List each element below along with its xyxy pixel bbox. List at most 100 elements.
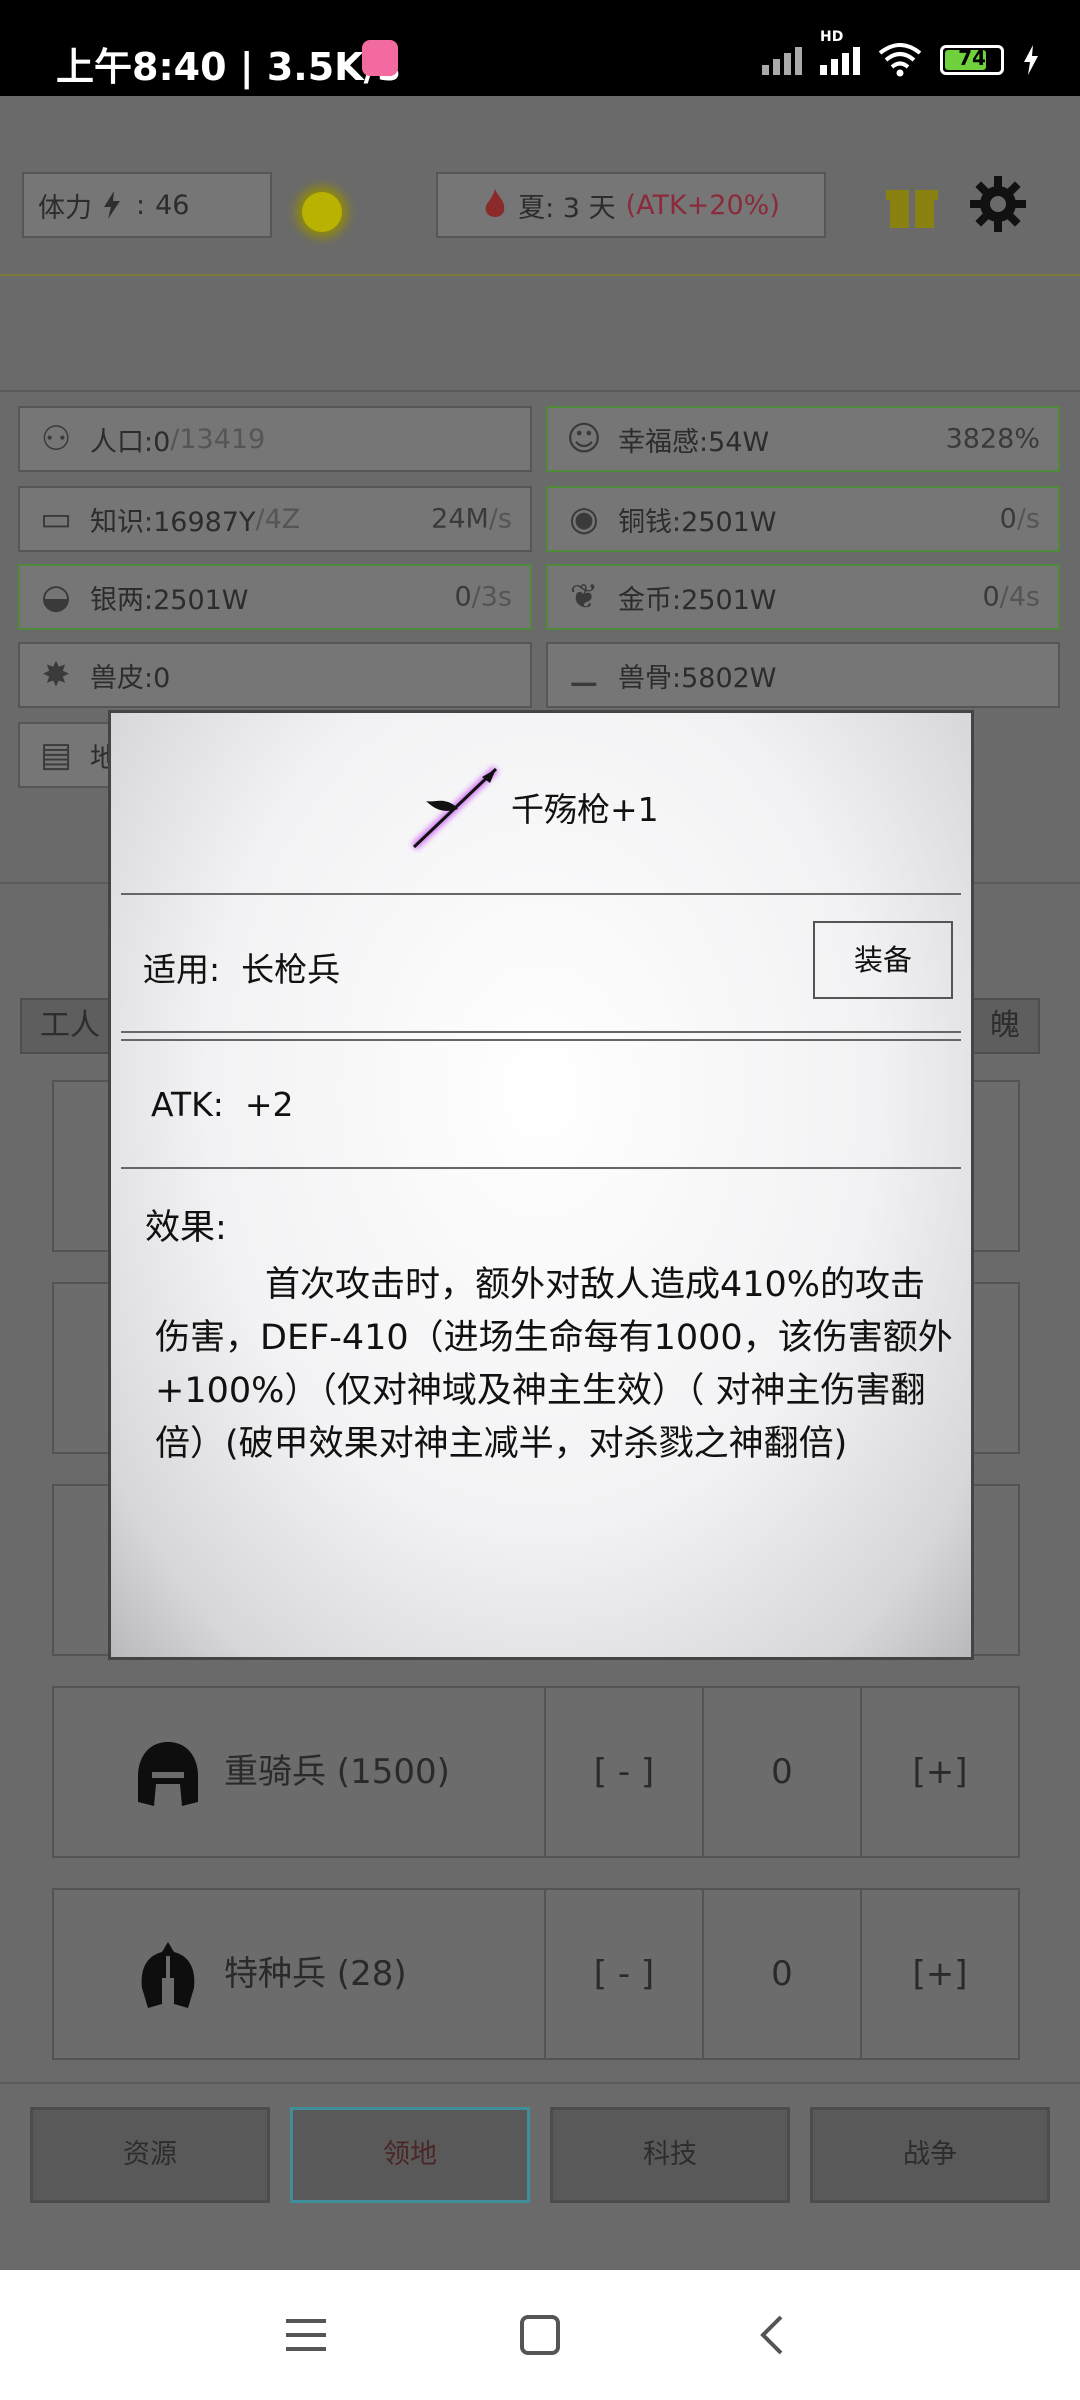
- status-bar: 上午8:40 | 3.5K/s HD 74: [0, 0, 1080, 96]
- tab-workers[interactable]: 工人: [20, 998, 120, 1054]
- home-icon: [520, 2315, 560, 2355]
- stamina-label: 体力: [38, 192, 92, 224]
- resource-hide: ✸ 兽皮:0: [18, 642, 532, 708]
- stamina-box: 体力 : 46: [22, 172, 272, 238]
- coin-icon: ◉: [569, 499, 599, 539]
- equip-button[interactable]: 装备: [813, 921, 953, 999]
- unit-count: 0: [702, 1688, 860, 1856]
- header-divider: [0, 274, 1080, 276]
- decrement-button[interactable]: [ - ]: [544, 1890, 702, 2058]
- scroll-icon: ▤: [39, 735, 73, 775]
- modal-title: 千殇枪+1: [511, 790, 659, 829]
- rate-unit: /3s: [471, 581, 512, 613]
- decrement-button[interactable]: [ - ]: [544, 1688, 702, 1856]
- resource-label: 金币:2501W: [618, 584, 777, 616]
- increment-button[interactable]: [+]: [860, 1688, 1018, 1856]
- season-box: 夏: 3 天 (ATK+20%): [436, 172, 826, 238]
- resource-label: 铜钱:2501W: [618, 506, 777, 538]
- resource-copper: ◉ 铜钱:2501W 0/s: [546, 486, 1060, 552]
- gift-icon[interactable]: [886, 178, 938, 230]
- ingot-icon: ◒: [41, 577, 71, 617]
- resource-label: 幸福感:54W: [618, 426, 770, 458]
- applicable-unit: 适用: 长枪兵: [143, 950, 341, 989]
- resource-happiness: ☺ 幸福感:54W 3828%: [546, 406, 1060, 472]
- resource-rate: 24M/s: [431, 504, 512, 535]
- status-icons: HD 74: [762, 29, 1040, 80]
- unit-row-special-forces: 特种兵 (28) [ - ] 0 [+]: [52, 1888, 1020, 2060]
- resource-label: 知识:16987Y: [90, 506, 256, 538]
- applicable-row: 适用: 长枪兵 装备: [121, 893, 961, 1033]
- atk-value: ATK: +2: [151, 1085, 294, 1124]
- lightning-icon: [104, 191, 120, 219]
- signal-hd-icon: HD: [820, 29, 860, 75]
- battery-icon: 74: [940, 45, 1004, 75]
- helmet-icon: [138, 1742, 198, 1806]
- sun-icon[interactable]: [302, 192, 342, 232]
- item-detail-modal: 千殇枪+1 适用: 长枪兵 装备 ATK: +2 效果: 首次攻击时，额外对敌人…: [108, 710, 974, 1660]
- modal-header: 千殇枪+1: [121, 723, 961, 893]
- rate-value: 0: [999, 503, 1017, 535]
- resource-rate: 0/3s: [454, 582, 512, 613]
- wifi-icon: [878, 43, 922, 77]
- effect-description: 首次攻击时，额外对敌人造成410%的攻击伤害，DEF-410（进场生命每有100…: [155, 1265, 953, 1464]
- unit-row-heavy-cavalry: 重骑兵 (1500) [ - ] 0 [+]: [52, 1686, 1020, 1858]
- spartan-helmet-icon: [141, 1942, 195, 2008]
- resource-label: 人口:0: [90, 426, 171, 458]
- charging-icon: [1024, 45, 1038, 75]
- resource-population: ⚇ 人口:0/13419: [18, 406, 532, 472]
- fire-icon: [485, 189, 505, 217]
- nav-tab-territory[interactable]: 领地: [290, 2107, 530, 2203]
- unit-name: 重骑兵 (1500): [224, 1752, 450, 1792]
- resource-rate: 0/4s: [982, 582, 1040, 613]
- signal-icon: [762, 45, 802, 75]
- nav-tab-resources[interactable]: 资源: [30, 2107, 270, 2203]
- battery-level: 74: [958, 46, 986, 70]
- nav-tab-technology[interactable]: 科技: [550, 2107, 790, 2203]
- network-label: HD: [820, 29, 844, 45]
- nav-divider: [0, 2082, 1080, 2084]
- rate-value: 0: [982, 581, 1000, 613]
- rate-value: 0: [454, 581, 472, 613]
- resource-cap: /13419: [170, 423, 266, 455]
- home-button[interactable]: [480, 2270, 600, 2400]
- nav-tab-war[interactable]: 战争: [810, 2107, 1050, 2203]
- bone-icon: ⚊: [568, 655, 600, 695]
- resource-silver: ◒ 银两:2501W 0/3s: [18, 564, 532, 630]
- bilibili-app-icon: [362, 40, 398, 76]
- stamina-value: 46: [155, 189, 190, 221]
- resource-rate: 0/s: [1000, 504, 1040, 535]
- spear-icon: [411, 766, 499, 850]
- season-bonus: (ATK+20%): [625, 189, 780, 221]
- season-text: 夏: 3 天: [518, 192, 616, 224]
- status-time: 上午8:40 | 3.5K/s: [56, 45, 401, 89]
- back-button[interactable]: [712, 2270, 832, 2400]
- people-icon: ⚇: [40, 419, 72, 459]
- effect-section: 效果: 首次攻击时，额外对敌人造成410%的攻击伤害，DEF-410（进场生命每…: [121, 1169, 961, 1647]
- menu-icon: [286, 2319, 326, 2351]
- resource-cap: /4Z: [255, 503, 301, 535]
- resource-bone: ⚊ 兽骨:5802W: [546, 642, 1060, 708]
- hide-icon: ✸: [41, 655, 71, 695]
- leaf-icon: ❦: [569, 577, 599, 617]
- rate-value: 24M: [431, 503, 489, 535]
- resource-label: 兽骨:5802W: [618, 662, 777, 694]
- resource-gold: ❦ 金币:2501W 0/4s: [546, 564, 1060, 630]
- increment-button[interactable]: [+]: [860, 1890, 1018, 2058]
- unit-count: 0: [702, 1890, 860, 2058]
- gear-icon[interactable]: [970, 176, 1026, 232]
- rate-unit: /s: [1016, 503, 1040, 535]
- book-icon: ▭: [39, 499, 73, 539]
- system-nav-bar: [0, 2270, 1080, 2400]
- effect-label: 效果:: [145, 1208, 227, 1248]
- rate-unit: /s: [488, 503, 512, 535]
- menu-button[interactable]: [246, 2270, 366, 2400]
- unit-name: 特种兵 (28): [224, 1954, 407, 1994]
- back-icon: [760, 2315, 783, 2355]
- resource-label: 银两:2501W: [90, 584, 249, 616]
- resource-label: 兽皮:0: [90, 662, 171, 694]
- smile-icon: ☺: [566, 419, 602, 459]
- rate-unit: /4s: [999, 581, 1040, 613]
- header-divider-2: [0, 390, 1080, 392]
- resource-knowledge: ▭ 知识:16987Y/4Z 24M/s: [18, 486, 532, 552]
- resource-rate: 3828%: [946, 424, 1040, 455]
